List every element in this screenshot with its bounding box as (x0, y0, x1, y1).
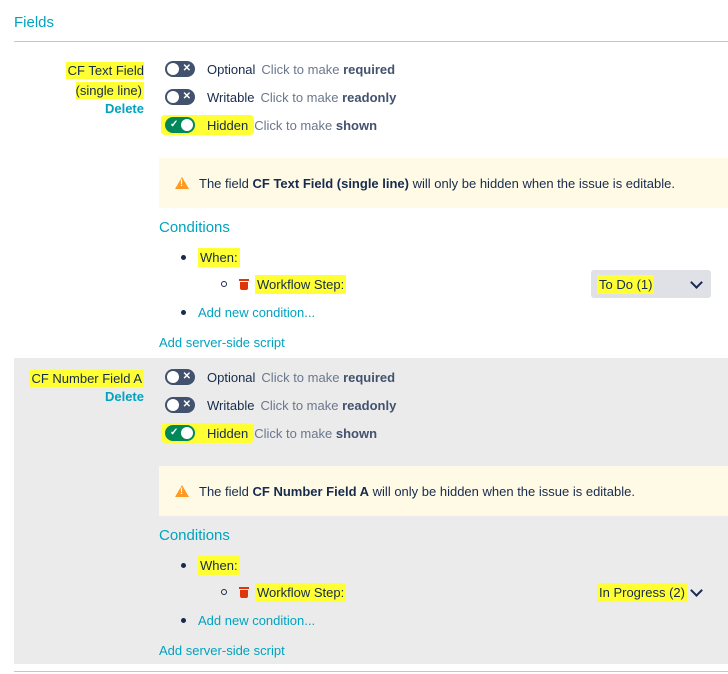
add-condition-item: Add new condition... (181, 305, 315, 320)
warning-icon: ! (175, 177, 189, 189)
toggle-label: Hidden (207, 117, 249, 133)
field-name: CF Text Field (single line) (65, 62, 144, 99)
close-icon: ✕ (182, 371, 191, 382)
delete-link[interactable]: Delete (105, 101, 144, 116)
add-condition-link[interactable]: Add new condition... (198, 305, 315, 320)
optional-toggle[interactable]: ✕ (165, 61, 195, 77)
hidden-toggle[interactable]: ✓ (165, 425, 195, 441)
check-icon: ✓ (170, 119, 179, 130)
field-block-text: CF Text Field (single line) Delete ✕ Opt… (14, 50, 728, 356)
optional-toggle-row[interactable]: ✕ Optional Click to make required (165, 367, 395, 387)
add-condition-link[interactable]: Add new condition... (198, 613, 315, 628)
section-title: Fields (14, 14, 55, 31)
toggle-hint[interactable]: Click to make readonly (260, 398, 396, 413)
warning-banner: ! The field CF Text Field (single line) … (159, 158, 728, 208)
optional-toggle-row[interactable]: ✕ Optional Click to make required (165, 59, 395, 79)
when-label: When: (198, 556, 240, 575)
add-script-link[interactable]: Add server-side script (159, 643, 285, 658)
writable-toggle-row[interactable]: ✕ Writable Click to make readonly (165, 395, 396, 415)
hidden-toggle-row[interactable]: ✓ Hidden Click to make shown (161, 423, 377, 443)
toggle-label: Hidden (207, 425, 249, 441)
conditions-title: Conditions (159, 527, 230, 544)
hidden-toggle[interactable]: ✓ (165, 117, 195, 133)
warning-icon: ! (175, 485, 189, 497)
when-label: When: (198, 248, 240, 267)
warning-text: The field CF Number Field A will only be… (199, 483, 635, 499)
toggle-label: Writable (207, 89, 255, 105)
toggle-hint[interactable]: Click to make required (261, 62, 395, 77)
trash-icon[interactable] (239, 278, 249, 290)
trash-icon[interactable] (239, 586, 249, 598)
field-block-number: CF Number Field A Delete ✕ Optional Clic… (14, 358, 728, 664)
close-icon: ✕ (182, 63, 191, 74)
workflow-step-select[interactable]: To Do (1) (591, 270, 711, 298)
add-script-link[interactable]: Add server-side script (159, 335, 285, 350)
condition-label: Workflow Step: (255, 274, 347, 294)
toggle-hint[interactable]: Click to make required (261, 370, 395, 385)
close-icon: ✕ (182, 91, 191, 102)
select-value: In Progress (2) (597, 582, 687, 602)
toggle-label: Optional (207, 61, 256, 77)
add-condition-item: Add new condition... (181, 613, 315, 628)
check-icon: ✓ (170, 427, 179, 438)
toggle-label: Optional (207, 369, 256, 385)
select-value: To Do (1) (597, 274, 655, 294)
writable-toggle[interactable]: ✕ (165, 89, 195, 105)
condition-row: Workflow Step: In Progress (2) (221, 578, 711, 606)
divider (14, 41, 728, 42)
toggle-hint[interactable]: Click to make shown (254, 426, 377, 441)
warning-text: The field CF Text Field (single line) wi… (199, 175, 675, 191)
chevron-down-icon (690, 275, 703, 289)
conditions-title: Conditions (159, 219, 230, 236)
delete-link[interactable]: Delete (105, 389, 144, 404)
warning-banner: ! The field CF Number Field A will only … (159, 466, 728, 516)
toggle-label: Writable (207, 397, 255, 413)
hidden-toggle-row[interactable]: ✓ Hidden Click to make shown (161, 115, 377, 135)
writable-toggle[interactable]: ✕ (165, 397, 195, 413)
toggle-hint[interactable]: Click to make readonly (260, 90, 396, 105)
condition-row: Workflow Step: To Do (1) (221, 270, 711, 298)
chevron-down-icon (690, 583, 703, 597)
writable-toggle-row[interactable]: ✕ Writable Click to make readonly (165, 87, 396, 107)
toggle-hint[interactable]: Click to make shown (254, 118, 377, 133)
close-icon: ✕ (182, 399, 191, 410)
condition-label: Workflow Step: (255, 582, 347, 602)
divider (14, 671, 728, 672)
optional-toggle[interactable]: ✕ (165, 369, 195, 385)
workflow-step-select[interactable]: In Progress (2) (591, 578, 711, 606)
when-item: When: (181, 556, 240, 575)
when-item: When: (181, 248, 240, 267)
field-name: CF Number Field A (29, 370, 144, 387)
